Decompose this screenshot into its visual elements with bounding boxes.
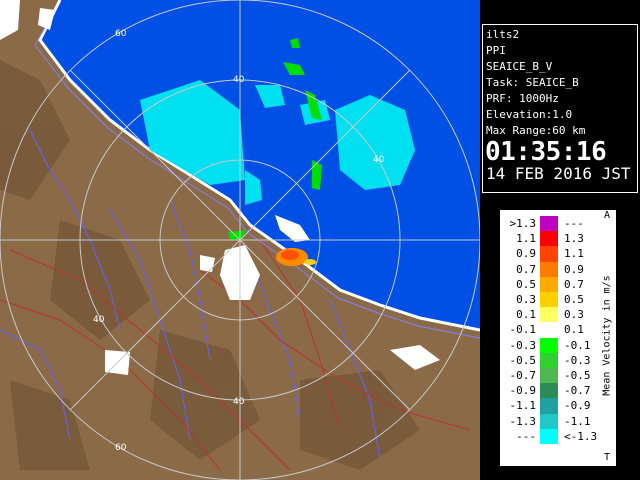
legend-row: 1.1 1.3: [500, 231, 616, 247]
legend-color-swatch: [540, 368, 558, 384]
legend-color-swatch: [540, 307, 558, 323]
legend-title: Mean Velocity in m/s: [601, 275, 613, 396]
legend-row: -0.5 -0.3: [500, 352, 616, 368]
legend-row: --- <-1.3: [500, 428, 616, 444]
scan-time: 01:35:16: [485, 137, 607, 167]
legend-color-swatch: [540, 322, 558, 338]
scan-mode: PPI: [486, 44, 506, 57]
legend-lower-bound: ---: [516, 429, 536, 443]
legend-title-box: Mean Velocity in m/s: [600, 218, 614, 458]
legend-lower-bound: -1.1: [509, 399, 537, 413]
legend-upper-bound: -0.5: [564, 369, 591, 382]
legend-row: -1.1 -0.9: [500, 398, 616, 414]
ring-label: 40: [233, 397, 245, 407]
scan-info-panel: ilts2 PPI SEAICE_B_V Task: SEAICE_B PRF:…: [482, 24, 638, 193]
legend-color-swatch: [540, 231, 558, 247]
legend-upper-bound: <-1.3: [564, 429, 598, 443]
legend-upper-bound: 0.9: [564, 262, 584, 276]
legend-upper-bound: -1.1: [564, 414, 591, 428]
legend-lower-bound: 0.7: [516, 262, 536, 276]
legend-row: -0.9 -0.7: [500, 383, 616, 399]
legend-row: 0.5 0.7: [500, 276, 616, 292]
legend-upper-bound: 0.7: [564, 277, 584, 291]
legend-lower-bound: >1.3: [509, 217, 537, 230]
legend-lower-bound: 0.9: [516, 247, 536, 261]
legend-color-swatch: [540, 413, 558, 429]
ring-label: 60: [115, 29, 127, 39]
legend-row: >1.3 ---: [500, 216, 616, 232]
prf-value: PRF: 1000Hz: [486, 92, 559, 105]
legend-color-swatch: [540, 337, 558, 353]
legend-upper-bound: -0.9: [564, 399, 591, 413]
legend-color-swatch: [540, 383, 558, 399]
legend-color-swatch: [540, 216, 558, 232]
legend-lower-bound: 1.1: [516, 232, 536, 246]
ring-label: 40: [93, 315, 105, 325]
legend-upper-bound: 1.3: [564, 232, 584, 246]
scan-date: 14 FEB 2016 JST: [486, 164, 631, 183]
task-name: Task: SEAICE_B: [486, 76, 579, 89]
legend-color-swatch: [540, 292, 558, 308]
range-rings: [0, 0, 480, 480]
radar-name: ilts2: [486, 28, 520, 41]
legend-color-swatch: [540, 428, 558, 444]
legend-row: 0.1 0.3: [500, 307, 616, 323]
legend-row: -1.3 -1.1: [500, 413, 616, 429]
legend-color-swatch: [540, 398, 558, 414]
legend-row: 0.9 1.1: [500, 246, 616, 262]
ring-label: 60: [115, 443, 127, 453]
velocity-legend: >1.3 --- 1.1 1.3 0.9 1.1 0.7 0.9 0.5 0.7 0.3 0.5 0.1…: [500, 210, 616, 466]
legend-upper-bound: -0.7: [564, 384, 591, 398]
max-range-value: Max Range:60 km: [486, 124, 586, 137]
radar-ppi-map: 60 40 40 40 40 60: [0, 0, 480, 480]
legend-lower-bound: -0.7: [509, 369, 537, 382]
legend-color-swatch: [540, 246, 558, 262]
product-name: SEAICE_B_V: [486, 60, 553, 73]
legend-row: -0.1 0.1: [500, 322, 616, 338]
legend-lower-bound: 0.5: [516, 277, 536, 291]
legend-upper-bound: 0.1: [564, 323, 584, 337]
legend-color-swatch: [540, 261, 558, 277]
legend-lower-bound: 0.3: [516, 293, 536, 306]
legend-row: -0.7 -0.5: [500, 368, 616, 384]
legend-color-swatch: [540, 276, 558, 292]
legend-upper-bound: 0.3: [564, 308, 584, 322]
ring-label: 40: [373, 155, 385, 165]
legend-row: 0.7 0.9: [500, 261, 616, 277]
legend-row: -0.3 -0.1: [500, 337, 616, 353]
elevation-value: Elevation:1.0: [486, 108, 573, 121]
legend-upper-bound: -0.1: [564, 338, 591, 352]
ring-label: 40: [233, 75, 245, 85]
legend-lower-bound: -0.3: [509, 338, 537, 352]
legend-lower-bound: -0.1: [509, 323, 537, 337]
legend-lower-bound: -0.5: [509, 353, 537, 367]
legend-upper-bound: ---: [564, 217, 584, 230]
legend-upper-bound: -0.3: [564, 353, 591, 367]
legend-row: 0.3 0.5: [500, 292, 616, 308]
legend-color-swatch: [540, 352, 558, 368]
legend-lower-bound: -0.9: [509, 384, 537, 398]
legend-lower-bound: -1.3: [509, 414, 537, 428]
legend-lower-bound: 0.1: [516, 308, 536, 322]
legend-upper-bound: 0.5: [564, 293, 584, 306]
legend-upper-bound: 1.1: [564, 247, 584, 261]
